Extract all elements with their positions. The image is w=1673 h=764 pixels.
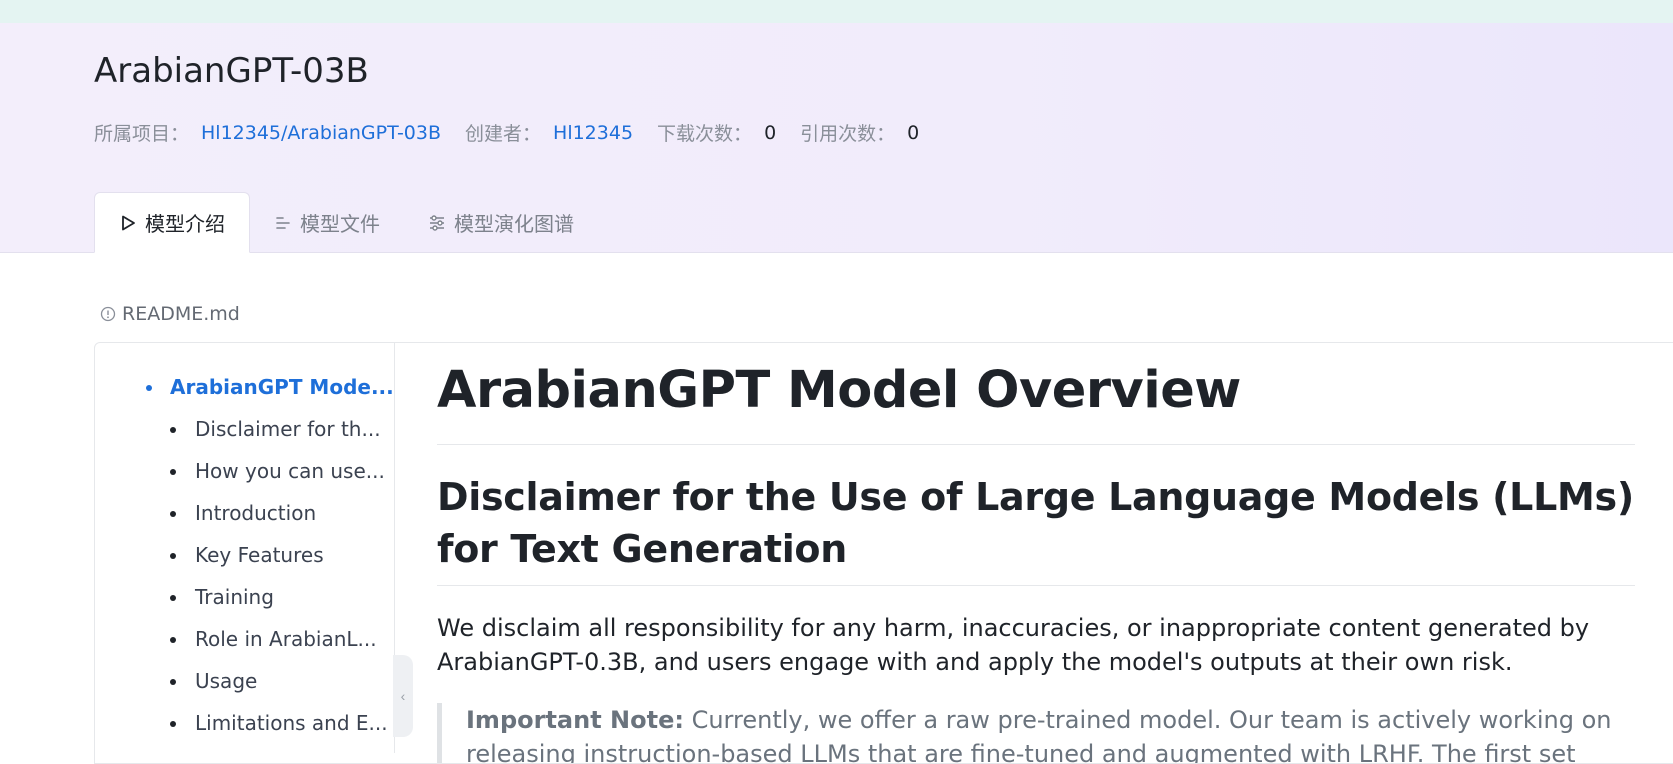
downloads-label: 下载次数： [657,123,753,145]
toc-item-label: Disclaimer for th... [195,417,381,441]
tab-bar: 模型介绍 模型文件 模型演化图谱 [94,192,598,253]
readme-filename: README.md [122,303,240,325]
tab-model-files[interactable]: 模型文件 [250,192,404,253]
toc-item-label: Limitations and E... [195,711,388,735]
page-title: ArabianGPT-03B [94,51,369,91]
toc-collapse-handle[interactable]: ‹ [393,655,413,737]
doc-heading-1: ArabianGPT Model Overview [437,361,1241,420]
toc-item-label: Usage [195,669,258,693]
meta-row: 所属项目： Hl12345/ArabianGPT-03B 创建者： Hl1234… [94,119,943,146]
creator-label: 创建者： [465,123,542,145]
note-label: Important Note: [466,706,684,734]
toc-item[interactable]: Key Features [170,543,324,567]
toc-item-label: How you can use... [195,459,385,483]
info-circle-icon [100,306,116,322]
project-link[interactable]: Hl12345/ArabianGPT-03B [201,122,441,144]
top-strip [0,0,1673,23]
toc-item-label: Training [195,585,274,609]
table-of-contents: ArabianGPT Mode... Disclaimer for th... … [94,343,395,753]
readme-label: README.md [100,303,240,325]
file-lines-icon [274,214,292,232]
toc-item-label: Introduction [195,501,317,525]
doc-paragraph: We disclaim all responsibility for any h… [437,614,1590,676]
toc-item[interactable]: ArabianGPT Mode... [146,375,394,399]
creator-link[interactable]: Hl12345 [553,122,633,144]
tab-model-intro[interactable]: 模型介绍 [94,192,250,253]
citations-label: 引用次数： [800,123,896,145]
toc-item-label: ArabianGPT Mode... [170,375,394,399]
project-label: 所属项目： [94,123,190,145]
toc-item[interactable]: How you can use... [170,459,385,483]
divider [437,585,1635,586]
doc-heading-2: Disclaimer for the Use of Large Language… [437,475,1634,571]
toc-item[interactable]: Disclaimer for th... [170,417,381,441]
toc-item[interactable]: Limitations and E... [170,711,388,735]
toc-item-label: Key Features [195,543,324,567]
tab-label: 模型介绍 [145,212,225,236]
tab-model-evolution[interactable]: 模型演化图谱 [404,192,598,253]
play-icon [119,214,137,232]
toc-item-label: Role in ArabianL... [195,627,377,651]
toc-item[interactable]: Introduction [170,501,317,525]
tab-label: 模型演化图谱 [454,212,574,236]
sliders-icon [428,214,446,232]
divider [437,444,1635,445]
toc-item[interactable]: Usage [170,669,258,693]
chevron-left-icon: ‹ [400,688,406,704]
tab-label: 模型文件 [300,212,380,236]
downloads-count: 0 [764,121,777,144]
citations-count: 0 [907,121,920,144]
toc-item[interactable]: Role in ArabianL... [170,627,377,651]
important-note-blockquote: Important Note: Currently, we offer a ra… [437,703,1635,763]
toc-item[interactable]: Training [170,585,274,609]
